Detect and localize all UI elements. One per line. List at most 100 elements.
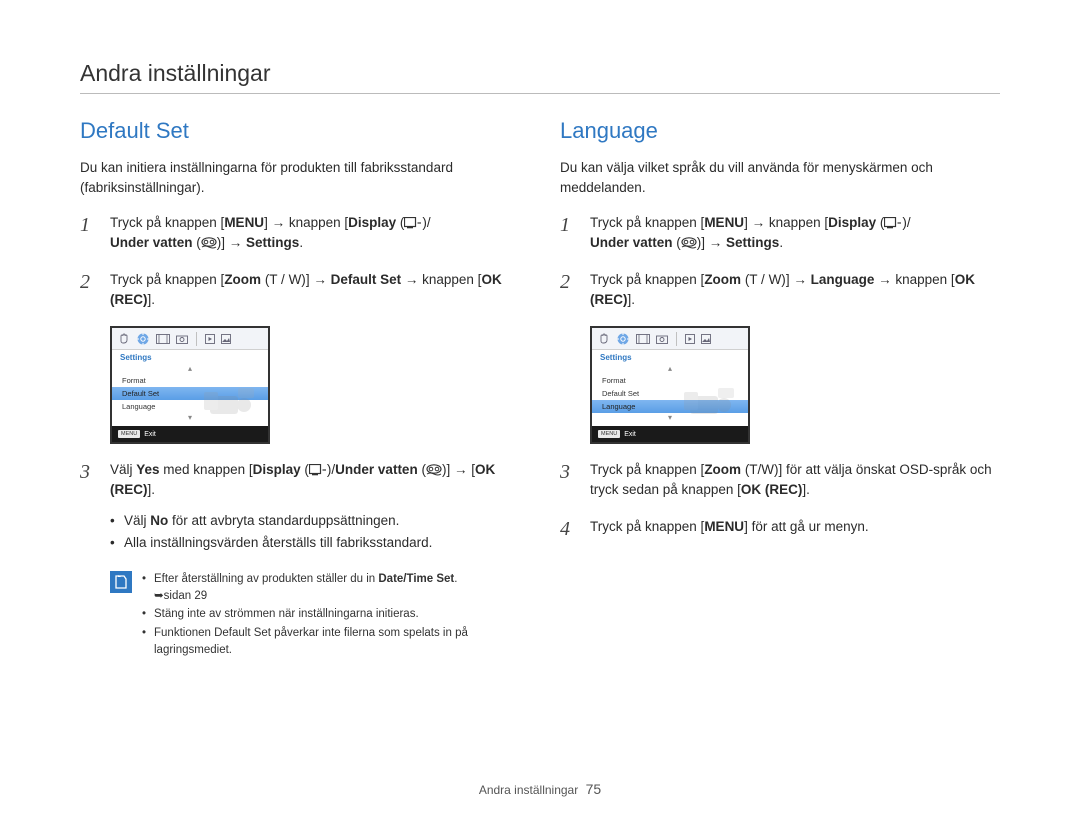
text: Tryck på knappen [ bbox=[110, 272, 224, 287]
default-set-column: Default Set Du kan initiera inställninga… bbox=[80, 118, 520, 660]
page-title: Andra inställningar bbox=[80, 60, 1000, 94]
text: Välj bbox=[110, 462, 136, 477]
screenshot-section-title: Settings bbox=[112, 350, 268, 364]
language-label: Language bbox=[811, 272, 875, 287]
footer-section-label: Andra inställningar bbox=[479, 783, 578, 797]
underwater-icon bbox=[201, 237, 217, 249]
text: ]. bbox=[628, 292, 636, 307]
sub-bullet: Alla inställningsvärden återställs till … bbox=[110, 533, 520, 553]
gear-icon bbox=[616, 332, 630, 346]
hand-icon bbox=[118, 333, 130, 345]
gear-icon bbox=[136, 332, 150, 346]
step-number: 1 bbox=[80, 213, 98, 254]
step-number: 2 bbox=[80, 270, 98, 311]
hand-icon bbox=[598, 333, 610, 345]
zoom-label: Zoom bbox=[704, 272, 741, 287]
date-time-set-label: Date/Time Set bbox=[378, 573, 454, 585]
text: ] bbox=[744, 215, 752, 230]
menu-label: MENU bbox=[704, 519, 744, 534]
text: Tryck på knappen [ bbox=[590, 215, 704, 230]
screenshot-bottom-bar: MENU Exit bbox=[592, 426, 748, 442]
right-step-2: 2 Tryck på knappen [Zoom (T / W)] → Lang… bbox=[560, 270, 1000, 311]
menu-screenshot-language: Settings ▴ Format Default Set Language ▾… bbox=[590, 326, 750, 444]
step-number: 3 bbox=[560, 460, 578, 501]
menu-tag: MENU bbox=[598, 430, 620, 438]
image-icon bbox=[221, 334, 231, 344]
up-arrow-icon: ▴ bbox=[592, 364, 748, 374]
text: [ bbox=[467, 462, 475, 477]
settings-label: Settings bbox=[246, 235, 299, 250]
play-icon bbox=[205, 334, 215, 344]
text: knappen [ bbox=[418, 272, 481, 287]
exit-label: Exit bbox=[624, 431, 636, 438]
screenshot-section-title: Settings bbox=[592, 350, 748, 364]
underwater-icon bbox=[426, 464, 442, 476]
text: ]. bbox=[148, 482, 156, 497]
zoom-label: Zoom bbox=[704, 462, 741, 477]
camcorder-ghost-icon bbox=[682, 382, 742, 420]
step-number: 2 bbox=[560, 270, 578, 311]
screenshot-tabs bbox=[592, 328, 748, 350]
arrow-icon: → bbox=[793, 272, 807, 287]
menu-label: MENU bbox=[224, 215, 264, 230]
text: med knappen [ bbox=[160, 462, 253, 477]
underwater-label: Under vatten bbox=[335, 462, 418, 477]
language-intro: Du kan välja vilket språk du vill använd… bbox=[560, 158, 1000, 197]
arrow-icon: → bbox=[709, 235, 723, 250]
note-item: Efter återställning av produkten ställer… bbox=[142, 571, 520, 604]
film-icon bbox=[156, 334, 170, 344]
menu-tag: MENU bbox=[118, 430, 140, 438]
text: (T / W) bbox=[261, 272, 306, 287]
text: ] bbox=[446, 462, 454, 477]
film-icon bbox=[636, 334, 650, 344]
text: knappen [ bbox=[892, 272, 955, 287]
zoom-label: Zoom bbox=[224, 272, 261, 287]
right-step-3: 3 Tryck på knappen [Zoom (T/W)] för att … bbox=[560, 460, 1000, 501]
underwater-icon bbox=[681, 237, 697, 249]
display-icon bbox=[309, 464, 327, 476]
play-icon bbox=[685, 334, 695, 344]
ok-rec-label: OK (REC) bbox=[741, 482, 803, 497]
display-icon bbox=[884, 217, 902, 229]
screenshot-bottom-bar: MENU Exit bbox=[112, 426, 268, 442]
text: Tryck på knappen [ bbox=[110, 215, 224, 230]
arrow-icon: → bbox=[272, 215, 286, 230]
language-column: Language Du kan välja vilket språk du vi… bbox=[560, 118, 1000, 660]
display-label: Display bbox=[348, 215, 396, 230]
image-icon bbox=[701, 334, 711, 344]
right-step-4: 4 Tryck på knappen [MENU] för att gå ur … bbox=[560, 517, 1000, 541]
step-number: 1 bbox=[560, 213, 578, 254]
text: . bbox=[454, 573, 457, 585]
page-number: 75 bbox=[586, 781, 602, 797]
page-footer: Andra inställningar 75 bbox=[0, 781, 1080, 797]
text: för att avbryta standarduppsättningen. bbox=[168, 513, 399, 528]
display-label: Display bbox=[828, 215, 876, 230]
text: knappen [ bbox=[285, 215, 348, 230]
text: ]. bbox=[148, 292, 156, 307]
page-ref: ➥sidan 29 bbox=[154, 590, 207, 602]
underwater-label: Under vatten bbox=[590, 235, 673, 250]
arrow-icon: → bbox=[229, 235, 243, 250]
step-number: 4 bbox=[560, 517, 578, 541]
underwater-label: Under vatten bbox=[110, 235, 193, 250]
text: Efter återställning av produkten ställer… bbox=[154, 573, 378, 585]
left-step-1: 1 Tryck på knappen [MENU] → knappen [Dis… bbox=[80, 213, 520, 254]
note-icon bbox=[110, 571, 132, 593]
text: Tryck på knappen [ bbox=[590, 272, 704, 287]
menu-label: MENU bbox=[704, 215, 744, 230]
note-item: Funktionen Default Set påverkar inte fil… bbox=[142, 625, 520, 658]
display-icon bbox=[404, 217, 422, 229]
exit-label: Exit bbox=[144, 431, 156, 438]
note-item: Stäng inte av strömmen när inställningar… bbox=[142, 606, 520, 623]
menu-screenshot-default: Settings ▴ Format Default Set Language ▾… bbox=[110, 326, 270, 444]
camera-icon bbox=[176, 334, 188, 344]
display-label: Display bbox=[253, 462, 301, 477]
step-number: 3 bbox=[80, 460, 98, 555]
arrow-icon: → bbox=[405, 272, 419, 287]
text: ]. bbox=[802, 482, 810, 497]
settings-label: Settings bbox=[726, 235, 779, 250]
note-box: Efter återställning av produkten ställer… bbox=[110, 571, 520, 660]
text: (T/W) bbox=[741, 462, 778, 477]
right-step-1: 1 Tryck på knappen [MENU] → knappen [Dis… bbox=[560, 213, 1000, 254]
arrow-icon: → bbox=[454, 462, 468, 477]
